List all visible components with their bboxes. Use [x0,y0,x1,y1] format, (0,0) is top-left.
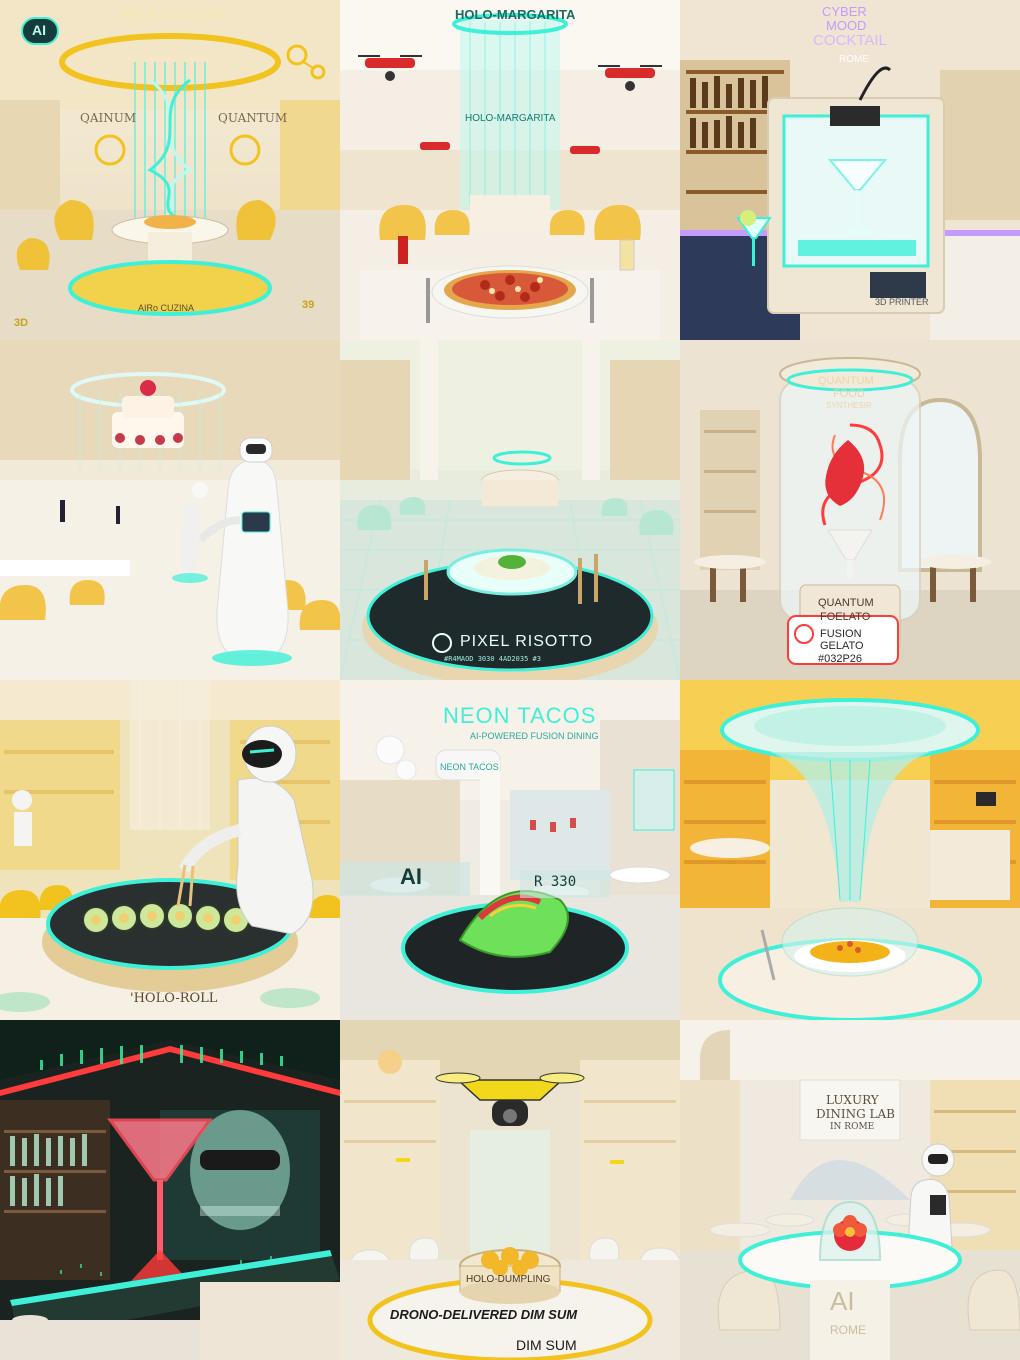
cyber-sign-line3: COCKTAIL [813,32,887,49]
neon-bar-scene [0,1020,340,1360]
robot-waiters-scene [0,340,340,680]
pedestal-rome: ROME [830,1323,866,1337]
dim-sum-ring-text: DRONO-DELIVERED DIM SUM [390,1307,578,1322]
tile-fiber-tree [680,680,1020,1020]
base-label: AIRo CUZINA [138,303,195,313]
image-collage: AIRA CUCINA AI QAINUM QUANTUM AIRo CUZIN… [0,0,1020,1360]
aira-cucina-title: AIRA CUCINA [118,6,225,23]
synth-top-line1: QUANTUM [818,375,874,387]
tile-drone-dim-sum: HOLO-DUMPLING DRONO-DELIVERED DIM SUM DI… [340,1020,680,1360]
tile-neon-tacos: NEON TACOS AI-POWERED FUSION DINING NEON… [340,680,680,1020]
tile-luxury-dining-lab: LUXURY DINING LAB IN ROME AI ROME [680,1020,1020,1360]
synth-top-line2: FOOD [833,388,865,400]
tile-robot-waiters [0,340,340,680]
tile-holo-margarita: HOLO-MARGARITA HOLO-MARGARITA [340,0,680,340]
holo-margarita-scene [340,0,680,340]
pedestal-ai: AI [830,1286,855,1316]
tile-aira-cucina: AIRA CUCINA AI QAINUM QUANTUM AIRo CUZIN… [0,0,340,340]
neon-tacos-subtitle: AI-POWERED FUSION DINING [470,731,599,741]
pixel-risotto-scene [340,340,680,680]
corner-label-left: 3D [14,317,29,329]
fusion-card-line3: #032P26 [818,653,863,665]
tile-cyber-mood-cocktail: CYBER MOOD COCKTAIL ROME 3D PRINTER [680,0,1020,340]
synth-top-line3: SYNTHESIR [826,401,872,410]
dim-sum-sub: DIM SUM [516,1337,577,1353]
holo-margarita-title: HOLO-MARGARITA [455,7,576,22]
holo-dumpling-label: HOLO-DUMPLING [466,1274,551,1285]
holo-margarita-hologram-text: HOLO-MARGARITA [465,113,556,124]
fusion-card-line2: GELATO [820,640,864,652]
tile-holo-roll: 'HOLO-ROLL [0,680,340,1020]
neon-tacos-title: NEON TACOS [443,703,597,728]
pixel-risotto-label: PIXEL RISOTTO [460,633,594,650]
tile-quantum-food: QUANTUM FOOD SYNTHESIR QUANTUM FOELATO F… [680,340,1020,680]
printer-label: 3D PRINTER [875,297,929,307]
fiber-tree-scene [680,680,1020,1020]
pixel-risotto-code: #R4MAOD 3030 4AD2035 #3 [444,655,541,663]
neon-tacos-holo-price: R 330 [534,874,577,890]
neon-tacos-holo-ai: AI [400,864,422,889]
lab-sign-line2: DINING LAB [816,1107,895,1121]
cyber-sign-city: ROME [839,54,869,65]
cyber-cocktail-scene [680,0,1020,340]
wall-sign-right: QUANTUM [218,111,288,125]
synth-bottom-line2: FOELATO [820,611,871,623]
holo-roll-label: 'HOLO-ROLL [130,991,218,1006]
lab-sign-line1: LUXURY [826,1093,879,1107]
lab-sign-line3: IN ROME [830,1122,875,1132]
aira-cucina-scene [0,0,340,340]
wall-sign-left: QAINUM [80,111,137,125]
fusion-card-line1: FUSION [820,628,862,640]
tile-neon-bar [0,1020,340,1360]
holo-roll-scene [0,680,340,1020]
synth-bottom-line1: QUANTUM [818,597,874,609]
ai-badge: AI [32,22,46,38]
cyber-sign-line1: CYBER [822,4,867,19]
cyber-sign-line2: MOOD [826,18,867,33]
tile-pixel-risotto: PIXEL RISOTTO #R4MAOD 3030 4AD2035 #3 [340,340,680,680]
neon-tacos-small-sign: NEON TACOS [440,762,499,772]
corner-label-right: 39 [302,299,315,311]
